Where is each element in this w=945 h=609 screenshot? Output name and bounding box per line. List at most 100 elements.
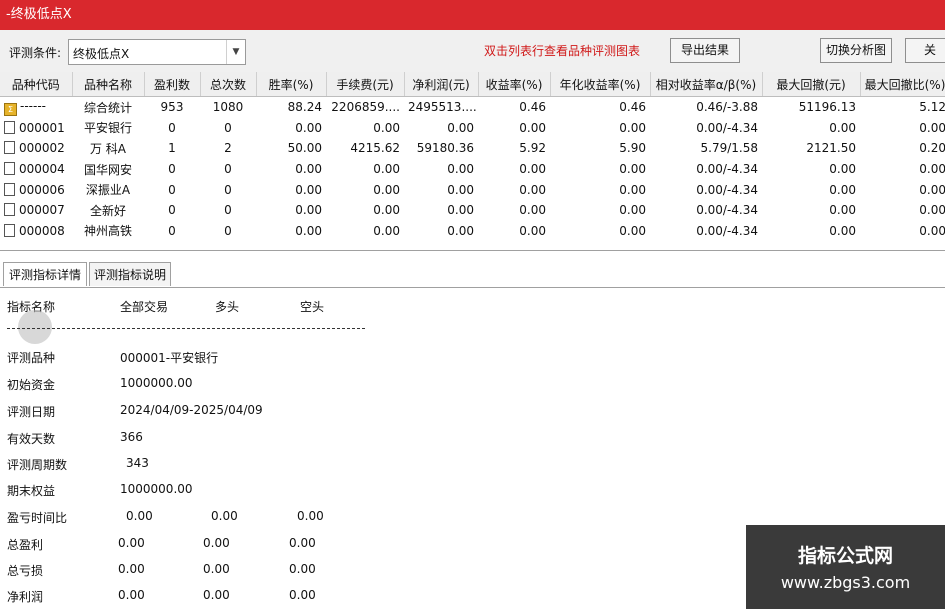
name-cell: 平安银行 — [83, 121, 132, 136]
detail-value: 0.00 — [203, 562, 230, 576]
name-cell: 神州高铁 — [83, 224, 132, 239]
detail-value: 0.00 — [118, 536, 145, 550]
code-cell: 000002 — [0, 138, 72, 159]
detail-label: 评测日期 — [7, 405, 56, 419]
column-header[interactable]: 年化收益率(%) — [550, 72, 651, 97]
name-cell: 国华网安 — [83, 162, 132, 177]
chevron-down-icon[interactable]: ▼ — [226, 40, 245, 64]
column-header[interactable]: 盈利数 — [144, 72, 201, 97]
cell: 0.00/-4.34 — [696, 120, 758, 135]
cell: 2121.50 — [806, 141, 856, 156]
code-cell: 000006 — [0, 179, 72, 200]
cell: 0.00 — [829, 203, 856, 218]
hint-text: 双击列表行查看品种评测图表 — [484, 44, 641, 58]
detail-value: 0.00 — [203, 536, 230, 550]
cell: 0 — [168, 203, 176, 218]
detail-value: 366 — [120, 430, 143, 444]
cell: 0.20 — [919, 141, 945, 156]
detail-label: 盈亏时间比 — [7, 511, 68, 525]
column-header[interactable]: 手续费(元) — [326, 72, 405, 97]
export-results-button[interactable]: 导出结果 — [670, 38, 740, 63]
window-title: -终极低点X — [6, 7, 72, 22]
switch-chart-button[interactable]: 切换分析图 — [820, 38, 892, 63]
code-text: 000002 — [19, 141, 65, 156]
watermark-logo: 指标公式网 www.zbgs3.com — [746, 525, 945, 609]
column-header[interactable]: 品种名称 — [72, 72, 145, 97]
name-cell: 深振业A — [85, 183, 131, 198]
cell: 953 — [160, 100, 184, 115]
divider — [7, 328, 365, 329]
name-cell: 万 科A — [89, 141, 127, 156]
table-row[interactable]: Σ ------ 综合统计 953 1080 88.24 2206859.... … — [0, 97, 945, 118]
cell: 5.79/1.58 — [700, 141, 758, 156]
name-cell: 全新好 — [89, 203, 126, 218]
toolbar: 评测条件: 终极低点X ▼ 双击列表行查看品种评测图表 导出结果 切换分析图 关 — [0, 30, 945, 72]
cell: 0.00 — [447, 223, 474, 238]
cell: 0.00 — [447, 203, 474, 218]
cell: 5.12 — [919, 100, 945, 115]
cell: 0.00 — [373, 182, 400, 197]
cell: 0 — [224, 120, 232, 135]
detail-label: 期末权益 — [7, 484, 56, 498]
table-row[interactable]: 000007 全新好 0 0 0.00 0.00 0.00 0.00 0.00 … — [0, 200, 945, 221]
tab-metric-details[interactable]: 评测指标详情 — [3, 262, 87, 286]
logo-line1: 指标公式网 — [797, 545, 893, 567]
detail-label: 初始资金 — [7, 378, 56, 392]
cell: 4215.62 — [350, 141, 400, 156]
code-text: 000004 — [19, 162, 65, 177]
cell: 0.00 — [619, 162, 646, 177]
cell: 0.00 — [447, 182, 474, 197]
column-header[interactable]: 收益率(%) — [478, 72, 551, 97]
detail-label: 评测品种 — [7, 351, 56, 365]
column-header[interactable]: 胜率(%) — [256, 72, 327, 97]
cell: 0.00 — [829, 162, 856, 177]
cell: 0.00/-4.34 — [696, 162, 758, 177]
document-icon — [4, 120, 15, 134]
code-cell: 000004 — [0, 159, 72, 180]
logo-line2: www.zbgs3.com — [780, 573, 911, 592]
detail-value: 343 — [126, 456, 149, 470]
column-header[interactable]: 总次数 — [200, 72, 257, 97]
column-header[interactable]: 净利润(元) — [404, 72, 479, 97]
cell: 0 — [224, 182, 232, 197]
detail-value: 0.00 — [118, 562, 145, 576]
condition-select[interactable]: 终极低点X ▼ — [68, 39, 246, 65]
close-button[interactable]: 关 — [905, 38, 945, 63]
column-header[interactable]: 最大回撤(元) — [762, 72, 861, 97]
cell: 51196.13 — [798, 100, 856, 115]
table-row[interactable]: 000006 深振业A 0 0 0.00 0.00 0.00 0.00 0.00… — [0, 179, 945, 200]
cell: 0 — [224, 203, 232, 218]
column-header[interactable]: 相对收益率α/β(%) — [650, 72, 763, 97]
table-row[interactable]: 000002 万 科A 1 2 50.00 4215.62 59180.36 5… — [0, 138, 945, 159]
results-table: 品种代码 品种名称 盈利数 总次数 胜率(%) 手续费(元) 净利润(元) 收益… — [0, 72, 945, 251]
cell: 2495513.... — [408, 100, 477, 115]
code-cell: Σ ------ — [0, 97, 72, 118]
tab-metric-description[interactable]: 评测指标说明 — [89, 262, 171, 286]
cell: 0 — [224, 162, 232, 177]
detail-value: 0.00 — [289, 562, 316, 576]
cell: 0.00 — [519, 203, 546, 218]
name-cell: 综合统计 — [83, 100, 132, 115]
cell: 0.00 — [519, 120, 546, 135]
cell: 0.00 — [447, 120, 474, 135]
document-icon — [4, 182, 15, 196]
cell: 0.00/-4.34 — [696, 223, 758, 238]
table-row[interactable]: 000004 国华网安 0 0 0.00 0.00 0.00 0.00 0.00… — [0, 159, 945, 180]
table-row[interactable]: 000001 平安银行 0 0 0.00 0.00 0.00 0.00 0.00… — [0, 118, 945, 139]
detail-label: 评测周期数 — [7, 458, 68, 472]
table-row[interactable]: 000008 神州高铁 0 0 0.00 0.00 0.00 0.00 0.00… — [0, 221, 945, 242]
column-header[interactable]: 最大回撤比(%) — [860, 72, 945, 97]
cell: 0 — [168, 162, 176, 177]
cell: 0.00 — [619, 120, 646, 135]
cell: 0.00 — [829, 120, 856, 135]
cell: 0.00 — [919, 203, 945, 218]
code-cell: 000007 — [0, 200, 72, 221]
detail-value: 0.00 — [203, 588, 230, 602]
column-header[interactable]: 品种代码 — [0, 72, 73, 97]
detail-label: 有效天数 — [7, 432, 56, 446]
detail-value: 0.00 — [126, 509, 153, 523]
code-text: 000001 — [19, 120, 65, 135]
cell: 0.00 — [619, 223, 646, 238]
cell: 1080 — [212, 100, 244, 115]
cell: 0.46 — [519, 100, 546, 115]
